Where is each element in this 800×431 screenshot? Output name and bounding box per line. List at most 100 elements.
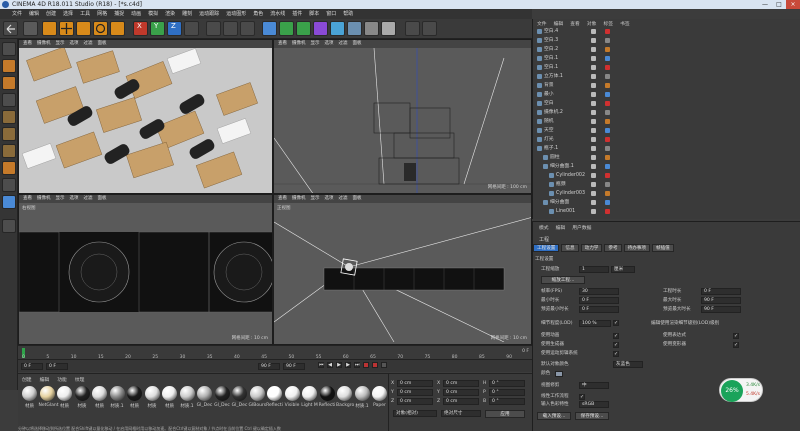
attr-checkbox[interactable]: ✓ (613, 333, 619, 339)
attr-field-value[interactable]: 30 (579, 288, 619, 295)
lod-field[interactable]: 100 % (579, 320, 611, 327)
menu-mesh[interactable]: 网格 (97, 9, 107, 19)
visibility-icon[interactable] (591, 38, 596, 43)
render-picture-viewer-icon[interactable] (223, 21, 238, 36)
scene-icon[interactable] (347, 21, 362, 36)
rotate-icon[interactable] (93, 21, 108, 36)
material-tag-icon[interactable] (605, 155, 610, 160)
play-icon[interactable]: ▶ (336, 362, 342, 368)
menu-edit[interactable]: 编辑 (29, 9, 39, 19)
visibility-icon[interactable] (591, 137, 596, 142)
vp-menu-filter[interactable]: 过滤 (339, 195, 348, 203)
object-name[interactable]: 空白.1 (544, 64, 558, 72)
material-swatch[interactable]: Visible (284, 386, 301, 408)
vp-menu-display[interactable]: 显示 (311, 40, 320, 48)
material-tag-icon[interactable] (605, 101, 610, 106)
go-end-icon[interactable]: ⏭ (354, 362, 360, 368)
coord-value-field[interactable]: 0 cm (397, 380, 433, 387)
attr-field-value[interactable]: 90 F (701, 306, 741, 313)
size-mode-select[interactable]: 绝对尺寸 (441, 410, 481, 417)
object-name[interactable]: Cylinder002 (556, 172, 585, 180)
material-swatch[interactable]: Gl_Dec (231, 386, 248, 408)
material-tag-icon[interactable] (605, 182, 610, 187)
object-name[interactable]: 天空 (544, 127, 554, 135)
visibility-icon[interactable] (591, 164, 596, 169)
menu-mograph[interactable]: 运动图形 (226, 9, 246, 19)
object-row[interactable]: 空白.2 (533, 46, 800, 54)
coord-value-field[interactable]: 0 ° (489, 398, 525, 405)
object-row[interactable]: 灯光 (533, 136, 800, 144)
pen-icon[interactable] (279, 21, 294, 36)
object-row[interactable]: 瓶颈 (533, 181, 800, 189)
menu-select[interactable]: 选择 (63, 9, 73, 19)
color-swatch[interactable] (555, 371, 563, 377)
cube-icon[interactable] (262, 21, 277, 36)
visibility-icon[interactable] (591, 92, 596, 97)
material-swatch[interactable]: 材质.1 (109, 386, 126, 409)
menu-plugins[interactable]: 插件 (292, 9, 302, 19)
project-scale-field[interactable]: 1 (579, 266, 609, 273)
model-mode-icon[interactable] (2, 59, 16, 73)
axis-mode-icon[interactable] (2, 161, 16, 175)
project-scale-unit[interactable]: 厘米 (611, 266, 635, 273)
object-name[interactable]: 空白.2 (544, 46, 558, 54)
snap-icon[interactable] (405, 21, 420, 36)
save-preset-button[interactable]: 保存预设... (575, 412, 609, 420)
visibility-icon[interactable] (591, 56, 596, 61)
vp-menu-filter[interactable]: 过滤 (339, 40, 348, 48)
vp-menu-options[interactable]: 选项 (325, 40, 334, 48)
minimize-button[interactable]: — (758, 0, 772, 9)
vp-menu-options[interactable]: 选项 (70, 40, 79, 48)
menu-script[interactable]: 脚本 (309, 9, 319, 19)
object-name[interactable]: 背景 (544, 82, 554, 90)
coord-value-field[interactable]: 0 cm (397, 398, 433, 405)
visibility-icon[interactable] (591, 101, 596, 106)
workplane-mode-icon[interactable] (2, 93, 16, 107)
next-frame-icon[interactable]: ▶ (345, 362, 351, 368)
recent-tool-icon[interactable] (110, 21, 125, 36)
visibility-icon[interactable] (591, 146, 596, 151)
edges-mode-icon[interactable] (2, 127, 16, 141)
object-name[interactable]: 圆柱 (550, 154, 560, 162)
scale-icon[interactable] (76, 21, 91, 36)
obj-tab-bookmarks[interactable]: 书签 (620, 20, 630, 27)
material-swatch[interactable]: 材质 (56, 386, 73, 409)
net-speed-widget[interactable]: 26% 3.4K/s 5.4K/s (719, 378, 763, 402)
menu-help[interactable]: 帮助 (343, 9, 353, 19)
visibility-icon[interactable] (591, 191, 596, 196)
attr-tab-mode[interactable]: 模式 (539, 224, 549, 231)
material-tag-icon[interactable] (605, 119, 610, 124)
record-icon[interactable] (363, 362, 369, 368)
snap-settings-icon[interactable] (2, 195, 16, 209)
linear-workflow-checkbox[interactable]: ✓ (579, 394, 585, 400)
material-tag-icon[interactable] (605, 47, 610, 52)
material-swatch[interactable]: Paper (371, 386, 388, 408)
material-tag-icon[interactable] (605, 128, 610, 133)
material-swatch[interactable]: Reflecti (319, 386, 336, 408)
coord-value-field[interactable]: 0 ° (489, 380, 525, 387)
vp-menu-view[interactable]: 查看 (23, 40, 32, 48)
object-name[interactable]: 空白 (544, 100, 554, 108)
object-row[interactable]: 最小 (533, 91, 800, 99)
keyframe-selection-icon[interactable] (381, 362, 387, 368)
mat-menu-function[interactable]: 功能 (57, 376, 67, 383)
visibility-icon[interactable] (591, 209, 596, 214)
material-tag-icon[interactable] (605, 173, 610, 178)
visibility-icon[interactable] (591, 110, 596, 115)
vp-menu-panel[interactable]: 面板 (353, 40, 362, 48)
preview-end-field[interactable]: 90 F (283, 363, 305, 370)
object-name[interactable]: 最小 (544, 91, 554, 99)
menu-tools[interactable]: 工具 (80, 9, 90, 19)
material-swatch[interactable]: 材质 (74, 386, 91, 409)
menu-snap[interactable]: 捕捉 (114, 9, 124, 19)
vp-menu-display[interactable]: 显示 (311, 195, 320, 203)
polygons-mode-icon[interactable] (2, 144, 16, 158)
material-tag-icon[interactable] (605, 83, 610, 88)
object-row[interactable]: 立方体.1 (533, 73, 800, 81)
material-swatch[interactable]: 材质 (21, 386, 38, 409)
subtab-todo[interactable]: 待办事项 (623, 244, 650, 252)
redo-icon[interactable] (23, 21, 38, 36)
coord-value-field[interactable]: 0 cm (443, 389, 479, 396)
material-swatch[interactable]: Gl_Dec (214, 386, 231, 408)
obj-tab-view[interactable]: 查看 (570, 20, 580, 27)
